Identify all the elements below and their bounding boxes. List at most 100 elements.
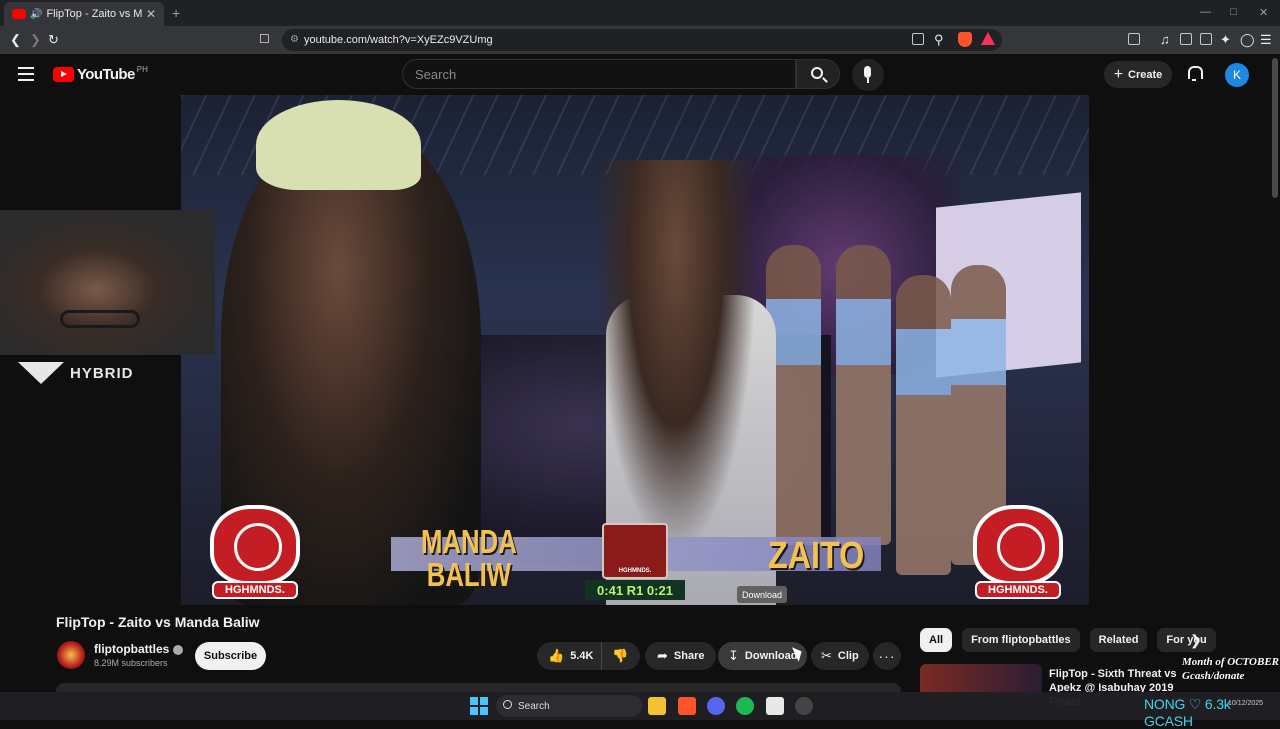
close-tab-icon[interactable]: ✕: [146, 7, 156, 21]
file-explorer-icon[interactable]: [648, 697, 666, 715]
guide-menu-icon[interactable]: [18, 67, 34, 81]
chip-all[interactable]: All: [920, 628, 953, 652]
brave-shield-icon[interactable]: [958, 32, 972, 47]
search-placeholder: Search: [415, 66, 457, 82]
search-icon: [811, 67, 823, 79]
brave-rewards-icon[interactable]: [981, 32, 995, 45]
create-button[interactable]: + Create: [1104, 61, 1172, 88]
thumbs-up-icon: 👍: [548, 648, 565, 663]
subscribe-button[interactable]: Subscribe: [195, 642, 266, 670]
share-button[interactable]: ➦ Share: [645, 642, 717, 670]
chip-related[interactable]: Related: [1089, 628, 1148, 652]
vpn-icon[interactable]: ◯: [1240, 32, 1255, 48]
scissors-icon: ✂: [821, 648, 832, 663]
zoom-icon[interactable]: ⚲: [934, 32, 944, 48]
address-bar-row: ❮ ❯ ↻ ☐ ⚙ youtube.com/watch?v=XyEZc9VZUm…: [0, 26, 1280, 54]
url-text: youtube.com/watch?v=XyEZc9VZUmg: [304, 34, 493, 46]
hybrid-logo: HYBRID: [18, 358, 134, 388]
chip-for-you[interactable]: For you: [1157, 628, 1216, 652]
youtube-logo[interactable]: YouTube PH: [53, 65, 148, 83]
bookmark-icon[interactable]: ☐: [259, 32, 270, 46]
notifications-bell-icon[interactable]: [1187, 66, 1203, 81]
back-icon[interactable]: ❮: [10, 32, 21, 48]
url-field[interactable]: ⚙ youtube.com/watch?v=XyEZc9VZUmg: [282, 29, 1002, 51]
battler-cap: [256, 100, 421, 190]
site-info-icon[interactable]: ⚙: [290, 34, 299, 45]
country-code: PH: [136, 65, 148, 74]
wallet-icon[interactable]: [1200, 33, 1212, 45]
eagle-icon: [18, 358, 64, 388]
obs-icon[interactable]: [795, 697, 813, 715]
plus-icon: +: [1113, 65, 1124, 83]
video-title: FlipTop - Zaito vs Manda Baliw: [56, 614, 260, 630]
youtube-favicon-icon: [12, 9, 26, 19]
hghmnds-badge-left: HGHMNDS.: [210, 505, 300, 603]
reader-icon[interactable]: [1180, 33, 1192, 45]
maximize-icon[interactable]: □: [1230, 6, 1237, 18]
account-avatar[interactable]: K: [1225, 63, 1249, 87]
forward-icon[interactable]: ❯: [30, 32, 41, 48]
chevron-right-icon[interactable]: ❯: [1190, 632, 1202, 649]
share-icon: ➦: [657, 648, 668, 663]
badge-text: HGHMNDS.: [212, 581, 298, 599]
dislike-button[interactable]: 👎: [602, 648, 628, 664]
speaker-icon[interactable]: 🔊: [30, 9, 42, 20]
more-actions-icon[interactable]: ···: [873, 642, 901, 670]
channel-avatar[interactable]: [57, 641, 85, 669]
media-icon[interactable]: ♫: [1160, 32, 1170, 47]
center-logo: HGHMNDS.: [602, 523, 668, 579]
channel-name-text: fliptopbattles: [94, 642, 170, 656]
reload-icon[interactable]: ↻: [48, 32, 59, 48]
spotify-icon[interactable]: [736, 697, 754, 715]
brave-browser-icon[interactable]: [678, 697, 696, 715]
taskbar-search[interactable]: Search: [496, 695, 642, 717]
donation-overlay: Month of OCTOBER Gcash/donate: [1182, 655, 1279, 683]
new-tab-icon[interactable]: +: [172, 5, 180, 21]
search-button[interactable]: [796, 59, 840, 89]
leo-ai-icon[interactable]: ✦: [1220, 32, 1231, 48]
battler-name-left: MANDA BALIW: [421, 523, 517, 593]
chip-from-channel[interactable]: From fliptopbattles: [962, 628, 1080, 652]
notepad-icon[interactable]: [766, 697, 784, 715]
donation-month: Month of OCTOBER: [1182, 656, 1279, 668]
hybrid-wordmark: HYBRID: [70, 364, 134, 382]
verified-icon: [173, 644, 184, 655]
hghmnds-logo-icon: [210, 505, 300, 585]
youtube-play-icon: [53, 67, 74, 82]
browser-tab-bar: 🔊 FlipTop - Zaito vs Manda Baliw ✕ + — □…: [0, 0, 1280, 26]
minimize-icon[interactable]: —: [1200, 6, 1211, 18]
share-label: Share: [673, 650, 705, 662]
round-timer: 0:41 R1 0:21: [585, 580, 685, 600]
related-chips: All From fliptopbattles Related For you: [920, 628, 1226, 652]
recommended-thumbnail[interactable]: [920, 664, 1042, 694]
like-button[interactable]: 👍 5.4K: [537, 642, 602, 670]
cast-icon[interactable]: [912, 33, 924, 45]
youtube-header: YouTube PH Search + Create K: [0, 54, 1280, 95]
close-window-icon[interactable]: ✕: [1259, 6, 1268, 19]
webcam-overlay: [0, 210, 215, 355]
download-label: Download: [744, 650, 798, 662]
hghmnds-logo-icon: [973, 505, 1063, 585]
stage-model: [896, 275, 951, 575]
menu-icon[interactable]: ☰: [1260, 32, 1272, 48]
download-icon: ↧: [728, 648, 739, 663]
taskbar-search-label: Search: [518, 700, 550, 712]
taskbar-clock: 10/12/2025: [1228, 700, 1264, 707]
like-dislike-group: 👍 5.4K 👎: [537, 642, 640, 670]
search-icon: [503, 700, 512, 709]
search-input[interactable]: Search: [402, 59, 796, 89]
page-scrollbar[interactable]: [1272, 58, 1278, 198]
windows-start-icon[interactable]: [470, 697, 488, 715]
subscriber-count: 8.29M subscribers: [94, 658, 168, 668]
video-player[interactable]: MANDA BALIW ZAITO HGHMNDS. 0:41 R1 0:21 …: [181, 95, 1089, 605]
voice-search-icon[interactable]: [852, 59, 884, 91]
create-label: Create: [1128, 68, 1163, 81]
browser-tab[interactable]: 🔊 FlipTop - Zaito vs Manda Baliw ✕: [4, 2, 164, 26]
discord-icon[interactable]: [707, 697, 725, 715]
channel-name[interactable]: fliptopbattles: [94, 642, 184, 656]
sidebar-icon[interactable]: [1128, 33, 1140, 45]
clip-label: Clip: [837, 650, 859, 662]
youtube-wordmark: YouTube: [77, 66, 135, 83]
clip-button[interactable]: ✂ Clip: [811, 642, 869, 670]
badge-text: HGHMNDS.: [975, 581, 1061, 599]
